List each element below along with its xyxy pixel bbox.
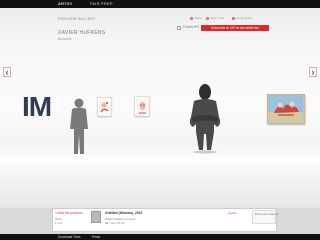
previous-arrow-button[interactable]: ‹	[3, 67, 11, 77]
gallery-header: PREVIEW GALLERY XAVIER HUFKENS Brussels	[0, 8, 320, 48]
share-label: share	[194, 16, 202, 20]
cube-icon	[206, 16, 209, 20]
bottom-toolbar: Download Tools Prints	[0, 234, 320, 240]
mail-icon	[232, 16, 235, 20]
next-arrow-button[interactable]: ›	[309, 67, 317, 77]
brand-logo[interactable]: ARTSY	[58, 1, 73, 7]
artwork-caption-panel: « view the previous Work 1 of 6 Untitled…	[52, 208, 279, 232]
download-tools-button[interactable]: Download Tools	[58, 235, 80, 240]
caption-mini-count: 1 of 6	[55, 221, 62, 225]
wall-lettering-artwork[interactable]: IM	[22, 93, 52, 121]
gallery-name[interactable]: XAVIER HUFKENS	[58, 30, 105, 36]
sculpture-figure[interactable]	[184, 84, 226, 154]
share-icon	[190, 16, 193, 20]
section-eyebrow: PREVIEW GALLERY	[58, 17, 96, 21]
chevron-right-icon: ›	[311, 67, 315, 77]
artwork-framed-painting[interactable]	[267, 94, 305, 124]
artwork-thumbnail-2[interactable]	[134, 96, 149, 116]
inquire-link[interactable]: Inquire	[228, 211, 237, 215]
view-3d-link[interactable]: View in 3D	[206, 16, 224, 20]
share-link[interactable]: share	[190, 16, 202, 20]
artwork-title: Untitled (Woman), 2012	[105, 211, 143, 215]
nav-item-fair-prep[interactable]: FAIR PREP	[90, 1, 113, 7]
artwork-dimensions: 98 x 51 x 37 cm	[105, 221, 125, 225]
person-silhouette	[70, 98, 88, 154]
gallery-location: Brussels	[58, 37, 72, 41]
painting-image	[268, 95, 303, 122]
subscribe-button[interactable]: Subscribe to VIP for the entire fair	[201, 25, 269, 31]
prints-button[interactable]: Prints	[92, 235, 100, 240]
caption-thumbnail[interactable]	[91, 211, 101, 223]
price-box: Price upon request	[252, 210, 279, 224]
price-text: Price upon request	[255, 212, 279, 216]
artwork-image-1	[99, 99, 111, 116]
follow-label: Follow IRL	[183, 25, 200, 29]
artwork-image-2	[136, 98, 149, 116]
email-label: email gallery	[236, 16, 253, 20]
view-3d-label: View in 3D	[210, 16, 225, 20]
artwork-thumbnail-1[interactable]	[97, 97, 111, 116]
top-navigation-bar: ARTSY FAIR PREP	[0, 0, 320, 8]
chevron-left-icon: ‹	[5, 67, 9, 77]
previous-artwork-link[interactable]: « view the previous	[55, 211, 82, 215]
follow-checkbox[interactable]	[177, 25, 181, 30]
email-link[interactable]: email gallery	[232, 16, 253, 20]
